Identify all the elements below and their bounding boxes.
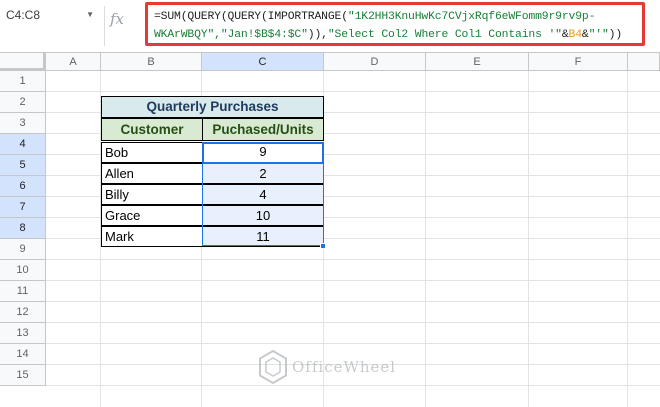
table-title[interactable]: Quarterly Purchases [101, 96, 324, 118]
grid-line [46, 280, 660, 281]
fx-icon: fx [110, 10, 125, 28]
units-cell[interactable]: 11 [202, 226, 324, 247]
formula-token: )) [608, 29, 623, 41]
formula-token: & [581, 29, 589, 41]
formula-input[interactable]: =SUM(QUERY(QUERY(IMPORTRANGE("1K2HH3KnuH… [145, 2, 645, 46]
customer-cell[interactable]: Mark [101, 226, 203, 247]
row-header-7[interactable]: 7 [0, 197, 46, 218]
officewheel-logo-icon [259, 349, 287, 385]
row-header-2[interactable]: 2 [0, 92, 46, 113]
customer-cell[interactable]: Bob [101, 142, 203, 163]
formula-token: =SUM(QUERY(QUERY(IMPORTRANGE( [154, 11, 348, 23]
units-cell[interactable]: 10 [202, 205, 324, 226]
units-cell[interactable]: 2 [202, 163, 324, 184]
grid-line [528, 71, 529, 407]
formula-text: =SUM(QUERY(QUERY(IMPORTRANGE("1K2HH3KnuH… [154, 8, 640, 44]
row-header-3[interactable]: 3 [0, 113, 46, 134]
watermark: OfficeWheel [258, 349, 408, 386]
column-header-a[interactable]: A [46, 53, 101, 71]
column-header-extra[interactable] [628, 53, 660, 71]
active-cell-value[interactable]: 9 [202, 142, 324, 163]
units-cell[interactable]: 4 [202, 184, 324, 205]
row-header-15[interactable]: 15 [0, 365, 46, 386]
row-header-8[interactable]: 8 [0, 218, 46, 239]
row-header-1[interactable]: 1 [0, 71, 46, 92]
grid-line [627, 71, 628, 407]
formula-token: "1K2HH3KnuHwKc7CVjxRqf6eWFomm9r9rv9p- [347, 11, 596, 23]
column-header-e[interactable]: E [426, 53, 529, 71]
formula-token: & [561, 29, 569, 41]
fill-handle[interactable] [320, 243, 326, 249]
formula-token: "Select Col2 Where Col1 Contains '" [327, 29, 562, 41]
row-header-12[interactable]: 12 [0, 302, 46, 323]
formula-token: B4 [568, 29, 583, 41]
watermark-text: OfficeWheel [292, 358, 397, 376]
grid-line [46, 259, 660, 260]
grid-line [46, 91, 660, 92]
grid-line [46, 301, 660, 302]
row-header-14[interactable]: 14 [0, 344, 46, 365]
row-header-13[interactable]: 13 [0, 323, 46, 344]
divider [104, 6, 105, 46]
formula-token: "'" [588, 29, 609, 41]
grid-line [46, 343, 660, 344]
customer-cell[interactable]: Billy [101, 184, 203, 205]
customer-cell[interactable]: Grace [101, 205, 203, 226]
formula-token: WKArWBQY","Jan!$B$4:$C" [154, 29, 308, 41]
row-header-9[interactable]: 9 [0, 239, 46, 260]
select-all-corner[interactable] [0, 53, 46, 71]
column-header-b[interactable]: B [101, 53, 202, 71]
header-units[interactable]: Puchased/Units [202, 118, 324, 141]
column-header-d[interactable]: D [324, 53, 426, 71]
name-box[interactable]: C4:C8 ▼ [6, 6, 98, 24]
row-header-11[interactable]: 11 [0, 281, 46, 302]
row-header-6[interactable]: 6 [0, 176, 46, 197]
customer-cell[interactable]: Allen [101, 163, 203, 184]
grid-line [425, 71, 426, 407]
row-header-5[interactable]: 5 [0, 155, 46, 176]
chevron-down-icon[interactable]: ▼ [86, 6, 94, 24]
column-header-c[interactable]: C [202, 53, 324, 71]
header-customer[interactable]: Customer [101, 118, 203, 141]
row-header-4[interactable]: 4 [0, 134, 46, 155]
grid-line [46, 322, 660, 323]
column-header-f[interactable]: F [529, 53, 628, 71]
row-header-10[interactable]: 10 [0, 260, 46, 281]
name-box-value: C4:C8 [6, 8, 41, 22]
formula-token: )), [307, 29, 328, 41]
formula-bar: C4:C8 ▼ fx =SUM(QUERY(QUERY(IMPORTRANGE(… [0, 0, 660, 53]
